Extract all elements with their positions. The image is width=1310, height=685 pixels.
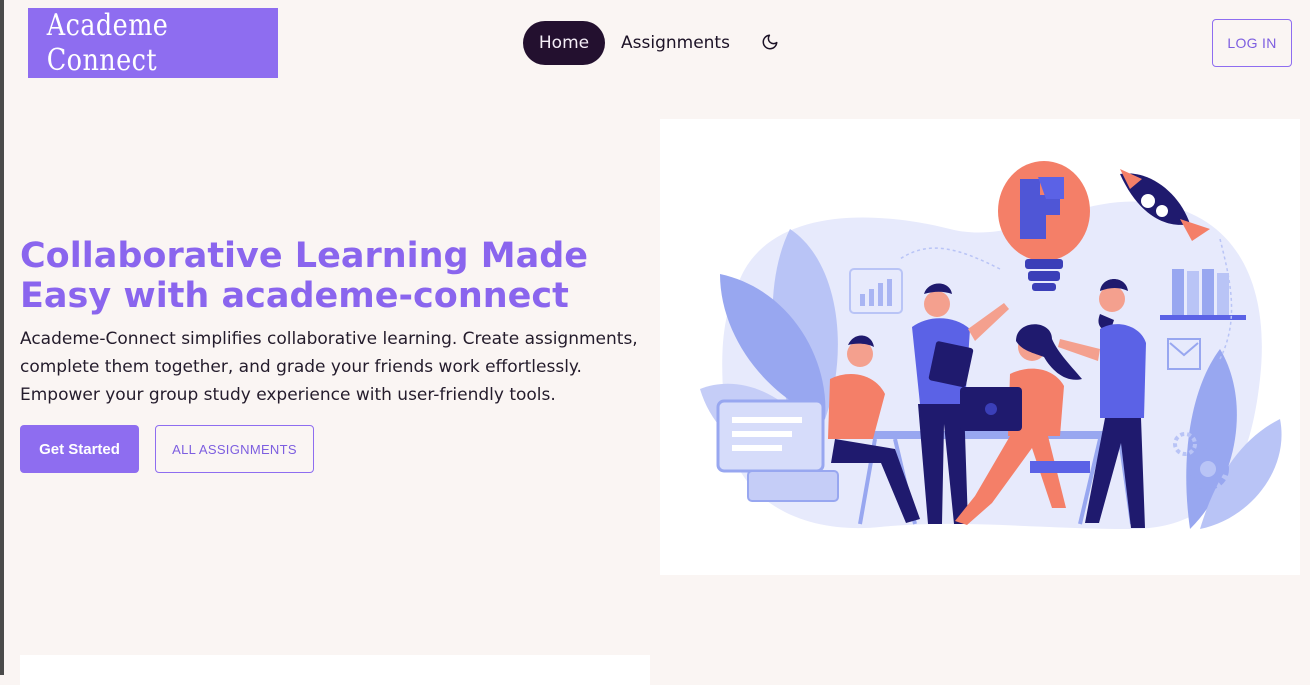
content-card [20, 655, 650, 685]
hero-description: Academe-Connect simplifies collaborative… [20, 329, 638, 405]
window-edge [0, 0, 4, 675]
hero-illustration [660, 119, 1300, 575]
nav-assignments[interactable]: Assignments [621, 33, 730, 53]
login-button[interactable]: LOG IN [1212, 19, 1292, 67]
moon-icon [762, 34, 778, 50]
site-logo[interactable]: Academe Connect [28, 8, 278, 78]
logo-text: Academe Connect [46, 8, 169, 78]
hero-title: Collaborative Learning Made Easy with ac… [20, 236, 589, 316]
nav-home[interactable]: Home [523, 21, 605, 65]
get-started-button[interactable]: Get Started [20, 425, 139, 473]
main-nav: Home Assignments [523, 21, 730, 65]
theme-toggle-button[interactable] [760, 32, 780, 52]
all-assignments-button[interactable]: ALL ASSIGNMENTS [155, 425, 314, 473]
teamwork-illustration [700, 161, 1282, 529]
